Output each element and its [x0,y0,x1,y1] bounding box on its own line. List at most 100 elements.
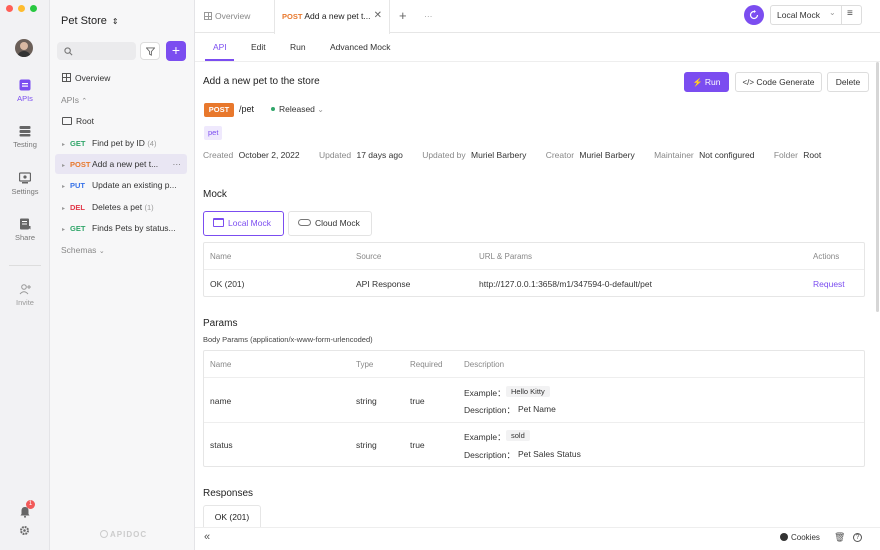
method-badge: POST [70,160,91,169]
tree-endpoint[interactable]: ▸ GET Find pet by ID (4) [62,133,187,153]
help-icon[interactable]: ? [853,533,862,542]
share-icon [20,218,31,230]
refresh-icon [749,10,759,20]
tree-endpoint[interactable]: ▸ DEL Deletes a pet (1) [62,197,187,217]
param-required: true [410,440,425,450]
api-tree-panel: Pet Store ⇕ + Overview APIs ⌃ Root ▸ GET F… [50,0,195,550]
page-title: Add a new pet to the store [203,76,320,87]
subtab-indicator [205,59,234,61]
mock-col-actions: Actions [813,252,840,261]
mock-heading: Mock [203,189,227,200]
mock-table: Name Source URL & Params Actions OK (201… [203,242,865,297]
subtab-api-label: API [213,42,227,52]
more-icon[interactable]: ··· [173,154,182,174]
rail-apis[interactable]: APIs [0,79,50,103]
meta-updated-label: Updated [318,150,352,160]
filter-button[interactable] [140,42,160,60]
tab-overview-label: Overview [215,11,251,21]
param-desc-value: Pet Sales Status [518,449,581,459]
chevron-up-icon: ⌃ [81,98,88,105]
status-select[interactable]: Released ⌄ [271,104,324,114]
chevron-down-icon: ⌄ [829,8,836,17]
tree-endpoint-active[interactable]: ▸ POST Add a new pet t... ··· [55,154,187,174]
logo-icon [100,530,108,538]
row-divider [204,269,864,270]
minimize-window-button[interactable] [18,5,25,12]
delete-button[interactable]: Delete [827,72,869,92]
rail-testing[interactable]: Testing [0,125,50,149]
tree-folder-label: Root [76,116,94,126]
cloud-mock-button[interactable]: Cloud Mock [288,211,372,236]
app-window: APIs Testing Settings Share Invite 1 Pet… [0,0,880,550]
params-table: Name Type Required Description name stri… [203,350,865,467]
subtab-advanced-mock[interactable]: Advanced Mock [330,34,390,60]
lightning-icon: ⚡ [692,78,703,87]
chevron-down-icon: ⌄ [317,105,324,114]
local-mock-label: Local Mock [228,218,271,228]
add-button[interactable]: + [166,41,186,61]
subtab-api[interactable]: API [213,34,227,60]
sync-button[interactable] [744,5,764,25]
subtab-run[interactable]: Run [290,34,306,60]
code-icon: </> [742,78,755,87]
project-switcher[interactable]: Pet Store ⇕ [61,15,119,27]
rail-settings[interactable]: Settings [0,172,50,196]
close-icon[interactable]: ✕ [374,0,382,32]
preferences-button[interactable] [19,525,31,537]
meta-updated-by-label: Updated by [422,150,466,160]
tag-badge[interactable]: pet [204,126,223,140]
tree-apis-label: APIs [61,95,79,105]
close-window-button[interactable] [6,5,13,12]
mock-row-url[interactable]: http://127.0.0.1:3658/m1/347594-0-defaul… [479,279,652,289]
tab-overview[interactable]: Overview [204,0,250,32]
subtab-edit[interactable]: Edit [251,34,266,60]
mock-row-name: OK (201) [210,279,245,289]
param-desc-value: Pet Name [518,404,556,414]
more-tabs-button[interactable]: ··· [424,0,433,32]
notification-badge: 1 [26,500,35,509]
notifications-button[interactable]: 1 [18,500,35,518]
caret-right-icon: ▸ [62,206,66,212]
menu-icon[interactable]: ≡ [847,8,853,19]
zoom-window-button[interactable] [30,5,37,12]
param-example-value: sold [506,430,530,441]
new-tab-button[interactable]: + [399,0,407,32]
mock-col-source: Source [356,252,382,261]
meta-folder-label: Folder [773,150,798,160]
rail-invite[interactable]: Invite [0,283,50,307]
method-tag: POST [204,103,234,117]
divider [841,6,842,24]
collapse-sidebar-icon[interactable]: « [204,531,210,543]
tree-endpoint[interactable]: ▸ PUT Update an existing p... [62,175,187,195]
mock-request-link[interactable]: Request [813,279,845,289]
folder-icon [62,117,72,125]
subtab-divider [195,61,880,62]
plus-icon: + [171,42,181,58]
caret-right-icon: ▸ [62,163,66,169]
param-desc-label: Description： [464,405,516,415]
params-col-type: Type [356,360,374,369]
response-tab[interactable]: OK (201) [203,505,261,528]
endpoint-name: Find pet by ID [92,138,145,148]
rail-share[interactable]: Share [0,218,50,242]
cookies-button[interactable]: Cookies [780,533,820,542]
search-input[interactable] [57,42,136,60]
subtab-advanced-label: Advanced Mock [330,42,391,52]
code-generate-button[interactable]: </> Code Generate [735,72,822,92]
param-required: true [410,396,425,406]
trash-icon[interactable]: 🗑 [834,532,845,543]
tab-active-endpoint[interactable]: POST Add a new pet t... ✕ [274,0,390,34]
environment-select[interactable]: Local Mock ⌄ ≡ [770,5,862,25]
grid-icon [62,73,71,82]
tree-endpoint[interactable]: ▸ GET Finds Pets by status... [62,218,187,238]
endpoint-name: Update an existing p... [92,180,177,190]
avatar[interactable] [15,39,33,57]
delete-label: Delete [835,77,861,87]
scrollbar-thumb[interactable] [876,62,879,312]
param-name: name [210,396,232,406]
run-button[interactable]: ⚡ Run [684,72,729,92]
local-mock-button[interactable]: Local Mock [203,211,284,236]
meta-maintainer-label: Maintainer [654,150,694,160]
meta-creator-value: Muriel Barbery [579,150,635,160]
rail-settings-label: Settings [11,187,39,196]
